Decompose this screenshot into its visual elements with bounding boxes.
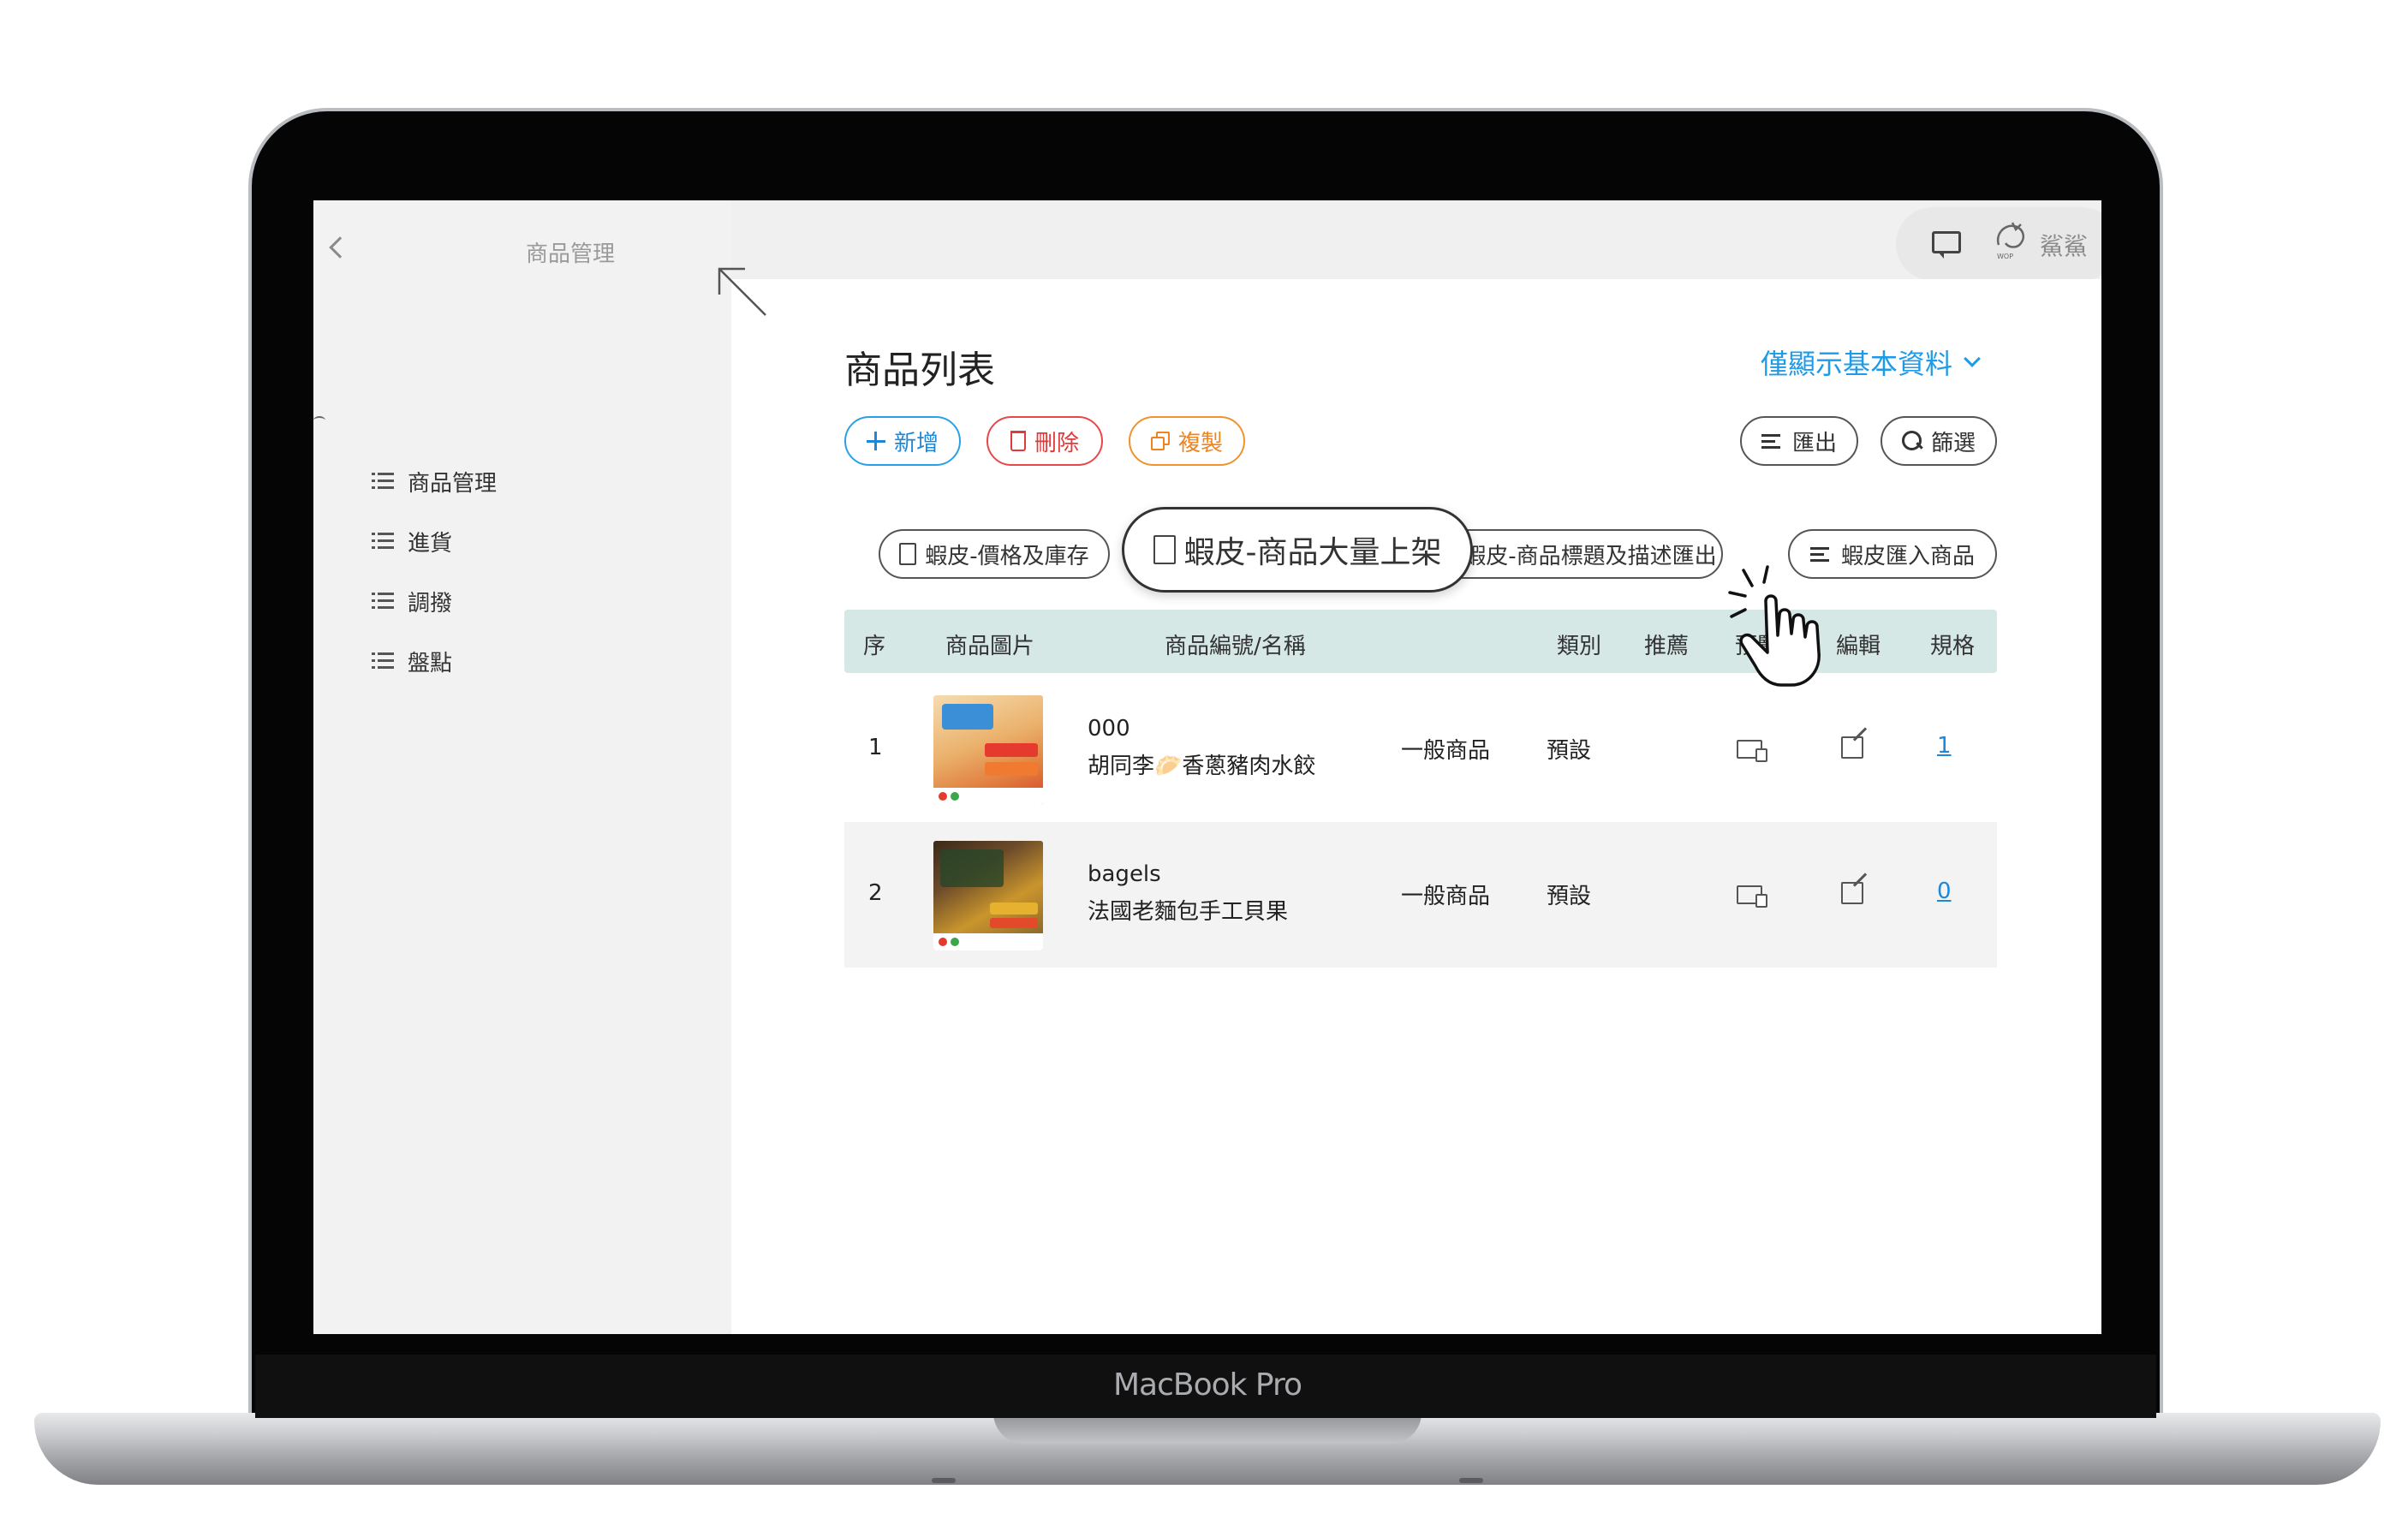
- shopee-title-desc-export-label: 蝦皮-商品標題及描述匯出: [1463, 543, 1717, 569]
- table-row[interactable]: 1 000 胡同李🥟香蔥豬肉水餃 一般商品 預設 1: [844, 676, 1997, 822]
- shopee-price-stock-label: 蝦皮-價格及庫存: [925, 543, 1089, 569]
- hand-pointer-cursor-icon: [1728, 565, 1821, 687]
- list-icon: [372, 473, 394, 490]
- sidebar-item-transfer[interactable]: 調撥: [372, 582, 452, 620]
- list-icon: [372, 593, 394, 610]
- sidebar: 商品管理 商品管理 進貨 調撥 盤點: [313, 200, 731, 1334]
- screen: 商品管理 商品管理 進貨 調撥 盤點 WOP 鯊鯊 商品列表 僅顯示基本資料 新…: [313, 200, 2101, 1334]
- product-type: 一般商品: [1401, 884, 1491, 909]
- column-header: 類別: [1557, 634, 1602, 659]
- product-thumbnail[interactable]: [933, 695, 1043, 805]
- product-code: 000: [1088, 716, 1130, 742]
- product-name[interactable]: 法國老麵包手工貝果: [1088, 894, 1288, 926]
- plus-icon: [866, 432, 885, 450]
- sidebar-item-product-management[interactable]: 商品管理: [372, 462, 497, 500]
- laptop-model-label: MacBook Pro: [1112, 1367, 1302, 1403]
- table-row[interactable]: 2 bagels 法國老麵包手工貝果 一般商品 預設 0: [844, 822, 1997, 968]
- back-chevron-icon[interactable]: [329, 236, 351, 259]
- collapse-arrow-icon[interactable]: [716, 265, 767, 317]
- product-code: bagels: [1088, 861, 1161, 887]
- spec-count-link[interactable]: 0: [1937, 879, 1952, 904]
- export-icon: [1761, 432, 1784, 450]
- column-header: 規格: [1930, 634, 1976, 659]
- document-icon: [899, 543, 917, 565]
- row-index: 1: [868, 735, 883, 760]
- add-button-label: 新增: [893, 430, 939, 456]
- product-name[interactable]: 胡同李🥟香蔥豬肉水餃: [1088, 748, 1315, 780]
- sidebar-item-label: 進貨: [408, 530, 453, 557]
- search-icon: [1901, 431, 1922, 451]
- product-category: 預設: [1547, 884, 1592, 909]
- shopee-price-stock-button[interactable]: 蝦皮-價格及庫存: [879, 529, 1110, 579]
- copy-button[interactable]: 複製: [1129, 416, 1245, 466]
- sidebar-item-purchase[interactable]: 進貨: [372, 522, 452, 560]
- import-icon: [1809, 545, 1833, 563]
- sidebar-edge-mark: [313, 416, 325, 425]
- column-header: 商品圖片: [945, 634, 1035, 659]
- shopee-bulk-upload-label: 蝦皮-商品大量上架: [1183, 535, 1442, 570]
- product-type: 一般商品: [1401, 738, 1491, 764]
- preview-icon[interactable]: [1737, 885, 1767, 908]
- edit-icon[interactable]: [1841, 736, 1863, 759]
- delete-button[interactable]: 刪除: [986, 416, 1103, 466]
- filter-button-label: 篩選: [1930, 430, 1976, 456]
- delete-button-label: 刪除: [1034, 430, 1079, 456]
- sidebar-item-label: 調撥: [408, 590, 453, 617]
- shopee-bulk-upload-button[interactable]: 蝦皮-商品大量上架: [1122, 507, 1473, 593]
- row-index: 2: [868, 880, 883, 906]
- column-header: 商品編號/名稱: [1165, 634, 1306, 659]
- copy-button-label: 複製: [1177, 430, 1223, 456]
- view-mode-label: 僅顯示基本資料: [1761, 348, 1953, 380]
- laptop-foot: [932, 1478, 956, 1483]
- add-button[interactable]: 新增: [844, 416, 961, 466]
- sidebar-item-label: 商品管理: [408, 470, 498, 497]
- spec-count-link[interactable]: 1: [1937, 733, 1952, 759]
- preview-icon[interactable]: [1737, 740, 1767, 762]
- brand-logo-icon: WOP: [1996, 222, 2024, 260]
- trash-icon: [1010, 431, 1026, 451]
- laptop-foot: [1459, 1478, 1483, 1483]
- product-thumbnail[interactable]: [933, 841, 1043, 950]
- sidebar-item-label: 盤點: [408, 650, 453, 676]
- column-header: 推薦: [1644, 634, 1690, 659]
- user-name[interactable]: 鯊鯊: [2040, 228, 2088, 262]
- filter-button[interactable]: 篩選: [1881, 416, 1997, 466]
- sidebar-title: 商品管理: [525, 241, 615, 267]
- export-button[interactable]: 匯出: [1740, 416, 1858, 466]
- view-mode-dropdown[interactable]: 僅顯示基本資料: [1761, 343, 1981, 382]
- page-title: 商品列表: [844, 348, 995, 392]
- sidebar-item-stocktake[interactable]: 盤點: [372, 642, 452, 680]
- list-icon: [372, 652, 394, 670]
- chat-icon[interactable]: [1932, 231, 1961, 259]
- edit-icon[interactable]: [1841, 882, 1863, 904]
- logo-caption: WOP: [1997, 253, 2013, 260]
- chevron-down-icon: [1964, 350, 1981, 367]
- copy-icon: [1150, 432, 1170, 450]
- export-button-label: 匯出: [1791, 430, 1837, 456]
- product-category: 預設: [1547, 738, 1592, 764]
- document-icon: [1153, 535, 1176, 564]
- list-icon: [372, 533, 394, 550]
- column-header: 序: [863, 634, 886, 659]
